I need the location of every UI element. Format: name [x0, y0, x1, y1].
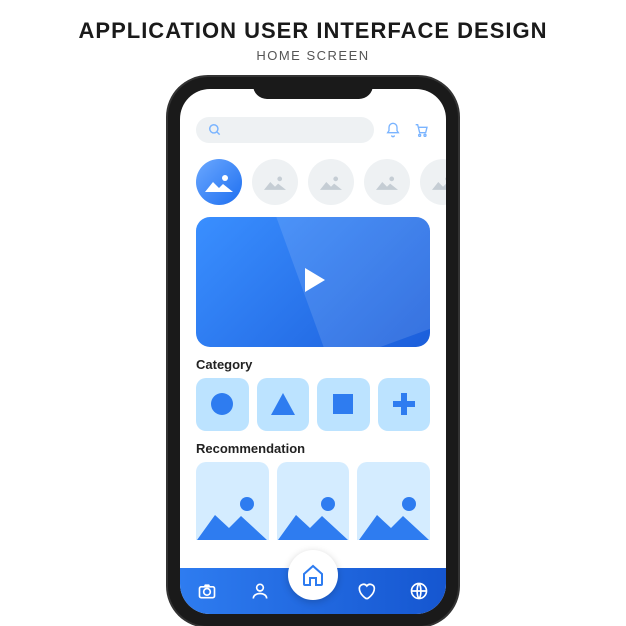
story-item[interactable]: [252, 159, 298, 205]
screen: Category Recommendation: [180, 89, 446, 614]
story-item[interactable]: [364, 159, 410, 205]
category-circle[interactable]: [196, 378, 249, 431]
nav-home-button[interactable]: [288, 550, 338, 600]
category-heading: Category: [180, 357, 446, 378]
search-input[interactable]: [196, 117, 374, 143]
recommendation-item[interactable]: [357, 462, 430, 540]
nav-profile[interactable]: [248, 579, 272, 603]
video-card[interactable]: [196, 217, 430, 347]
category-row: [180, 378, 446, 441]
phone-frame: Category Recommendation: [168, 77, 458, 626]
story-item[interactable]: [420, 159, 446, 205]
nav-camera[interactable]: [195, 579, 219, 603]
phone-notch: [253, 77, 373, 99]
page-subtitle: HOME SCREEN: [256, 48, 369, 63]
story-item[interactable]: [308, 159, 354, 205]
recommendation-heading: Recommendation: [180, 441, 446, 462]
bottom-nav: [180, 568, 446, 614]
story-item-active[interactable]: [196, 159, 242, 205]
play-icon: [291, 258, 335, 307]
page-title: APPLICATION USER INTERFACE DESIGN: [79, 18, 548, 44]
nav-globe[interactable]: [407, 579, 431, 603]
category-square[interactable]: [317, 378, 370, 431]
recommendation-item[interactable]: [277, 462, 350, 540]
recommendation-item[interactable]: [196, 462, 269, 540]
stories-row: [180, 153, 446, 217]
category-triangle[interactable]: [257, 378, 310, 431]
nav-favorites[interactable]: [354, 579, 378, 603]
cart-icon[interactable]: [412, 121, 430, 139]
category-cross[interactable]: [378, 378, 431, 431]
search-icon: [206, 121, 224, 139]
bell-icon[interactable]: [384, 121, 402, 139]
